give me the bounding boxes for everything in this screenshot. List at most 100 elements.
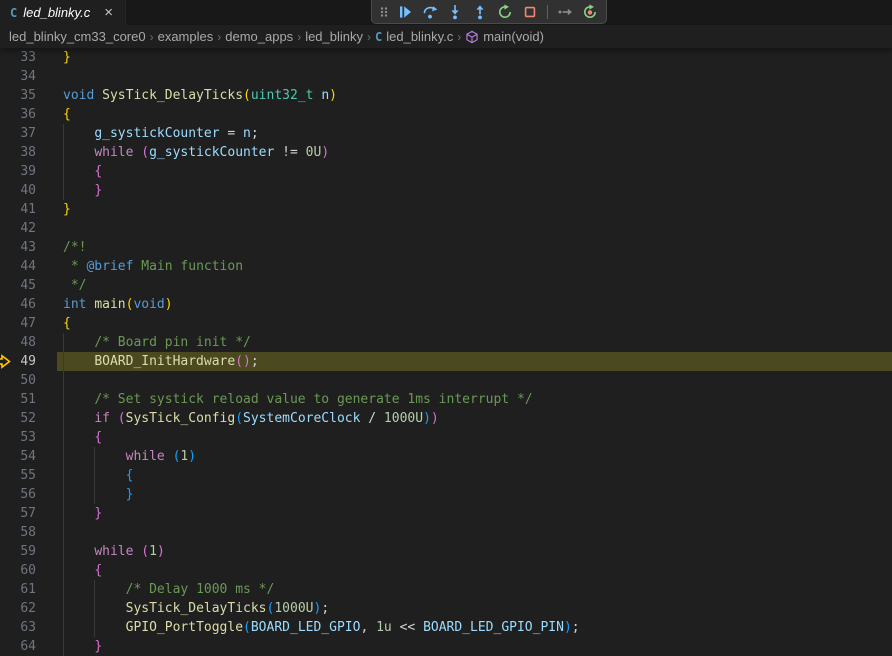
- code-content[interactable]: {: [57, 162, 892, 181]
- code-line[interactable]: 50: [0, 371, 892, 390]
- glyph-margin[interactable]: [0, 67, 16, 86]
- code-line[interactable]: 52 if (SysTick_Config(SystemCoreClock / …: [0, 409, 892, 428]
- code-line[interactable]: 37 g_systickCounter = n;: [0, 124, 892, 143]
- code-line[interactable]: 61 /* Delay 1000 ms */: [0, 580, 892, 599]
- code-line[interactable]: 47{: [0, 314, 892, 333]
- code-content[interactable]: while (1): [57, 542, 892, 561]
- line-number[interactable]: 44: [16, 257, 57, 276]
- glyph-margin[interactable]: [0, 162, 16, 181]
- breadcrumb-item-examples[interactable]: examples: [158, 29, 214, 44]
- glyph-margin[interactable]: [0, 200, 16, 219]
- breadcrumb-item-led-blinky-cm33-core0[interactable]: led_blinky_cm33_core0: [9, 29, 146, 44]
- code-line[interactable]: 39 {: [0, 162, 892, 181]
- line-number[interactable]: 35: [16, 86, 57, 105]
- code-content[interactable]: {: [57, 105, 892, 124]
- tab-led-blinky[interactable]: C led_blinky.c ×: [0, 0, 126, 25]
- glyph-margin[interactable]: [0, 371, 16, 390]
- code-content[interactable]: }: [57, 200, 892, 219]
- code-content[interactable]: }: [57, 181, 892, 200]
- glyph-margin[interactable]: [0, 238, 16, 257]
- code-content[interactable]: /* Board pin init */: [57, 333, 892, 352]
- line-number[interactable]: 59: [16, 542, 57, 561]
- line-number[interactable]: 56: [16, 485, 57, 504]
- code-content[interactable]: int main(void): [57, 295, 892, 314]
- line-number[interactable]: 52: [16, 409, 57, 428]
- code-content[interactable]: if (SysTick_Config(SystemCoreClock / 100…: [57, 409, 892, 428]
- glyph-margin[interactable]: [0, 466, 16, 485]
- glyph-margin[interactable]: [0, 561, 16, 580]
- line-number[interactable]: 48: [16, 333, 57, 352]
- code-content[interactable]: GPIO_PortToggle(BOARD_LED_GPIO, 1u << BO…: [57, 618, 892, 637]
- line-number[interactable]: 60: [16, 561, 57, 580]
- line-number[interactable]: 64: [16, 637, 57, 656]
- glyph-margin[interactable]: [0, 599, 16, 618]
- code-line[interactable]: 56 }: [0, 485, 892, 504]
- line-number[interactable]: 49: [16, 352, 57, 371]
- line-number[interactable]: 46: [16, 295, 57, 314]
- code-line[interactable]: 34: [0, 67, 892, 86]
- glyph-margin[interactable]: [0, 333, 16, 352]
- line-number[interactable]: 63: [16, 618, 57, 637]
- glyph-margin[interactable]: [0, 86, 16, 105]
- code-content[interactable]: }: [57, 504, 892, 523]
- line-number[interactable]: 47: [16, 314, 57, 333]
- code-line[interactable]: 63 GPIO_PortToggle(BOARD_LED_GPIO, 1u <<…: [0, 618, 892, 637]
- code-line[interactable]: 64 }: [0, 637, 892, 656]
- line-number[interactable]: 58: [16, 523, 57, 542]
- code-line[interactable]: 51 /* Set systick reload value to genera…: [0, 390, 892, 409]
- line-number[interactable]: 34: [16, 67, 57, 86]
- code-content[interactable]: }: [57, 485, 892, 504]
- glyph-margin[interactable]: [0, 181, 16, 200]
- debug-restart-button[interactable]: [495, 2, 515, 22]
- code-line[interactable]: 49 BOARD_InitHardware();: [0, 352, 892, 371]
- code-content[interactable]: {: [57, 466, 892, 485]
- line-number[interactable]: 40: [16, 181, 57, 200]
- glyph-margin[interactable]: [0, 105, 16, 124]
- line-number[interactable]: 36: [16, 105, 57, 124]
- breadcrumb-item-led-blinky[interactable]: led_blinky: [305, 29, 363, 44]
- glyph-margin[interactable]: [0, 48, 16, 67]
- glyph-margin[interactable]: [0, 618, 16, 637]
- code-content[interactable]: BOARD_InitHardware();: [57, 352, 892, 371]
- glyph-margin[interactable]: [0, 257, 16, 276]
- glyph-margin[interactable]: [0, 409, 16, 428]
- code-line[interactable]: 43/*!: [0, 238, 892, 257]
- code-line[interactable]: 54 while (1): [0, 447, 892, 466]
- glyph-margin[interactable]: [0, 447, 16, 466]
- code-line[interactable]: 62 SysTick_DelayTicks(1000U);: [0, 599, 892, 618]
- debug-step-out-button[interactable]: [470, 2, 490, 22]
- code-content[interactable]: {: [57, 314, 892, 333]
- code-content[interactable]: while (g_systickCounter != 0U): [57, 143, 892, 162]
- line-number[interactable]: 50: [16, 371, 57, 390]
- code-line[interactable]: 60 {: [0, 561, 892, 580]
- code-content[interactable]: }: [57, 48, 892, 67]
- line-number[interactable]: 38: [16, 143, 57, 162]
- code-content[interactable]: g_systickCounter = n;: [57, 124, 892, 143]
- debug-stop-button[interactable]: [520, 2, 540, 22]
- code-content[interactable]: {: [57, 561, 892, 580]
- glyph-margin[interactable]: [0, 276, 16, 295]
- debug-step-instruction-button[interactable]: [555, 2, 575, 22]
- glyph-margin[interactable]: [0, 485, 16, 504]
- line-number[interactable]: 57: [16, 504, 57, 523]
- glyph-margin[interactable]: [0, 523, 16, 542]
- glyph-margin[interactable]: [0, 637, 16, 656]
- debug-reset-device-button[interactable]: [580, 2, 600, 22]
- debug-glyph-margin[interactable]: [0, 352, 16, 371]
- line-number[interactable]: 61: [16, 580, 57, 599]
- code-content[interactable]: SysTick_DelayTicks(1000U);: [57, 599, 892, 618]
- debug-continue-button[interactable]: [395, 2, 415, 22]
- code-content[interactable]: [57, 523, 892, 542]
- code-line[interactable]: 42: [0, 219, 892, 238]
- glyph-margin[interactable]: [0, 542, 16, 561]
- line-number[interactable]: 39: [16, 162, 57, 181]
- code-line[interactable]: 38 while (g_systickCounter != 0U): [0, 143, 892, 162]
- line-number[interactable]: 37: [16, 124, 57, 143]
- glyph-margin[interactable]: [0, 143, 16, 162]
- code-line[interactable]: 53 {: [0, 428, 892, 447]
- breadcrumb-item-demo-apps[interactable]: demo_apps: [225, 29, 293, 44]
- code-line[interactable]: 59 while (1): [0, 542, 892, 561]
- code-line[interactable]: 36{: [0, 105, 892, 124]
- breadcrumb-item-led-blinky-c[interactable]: Cled_blinky.c: [375, 29, 453, 44]
- code-content[interactable]: [57, 371, 892, 390]
